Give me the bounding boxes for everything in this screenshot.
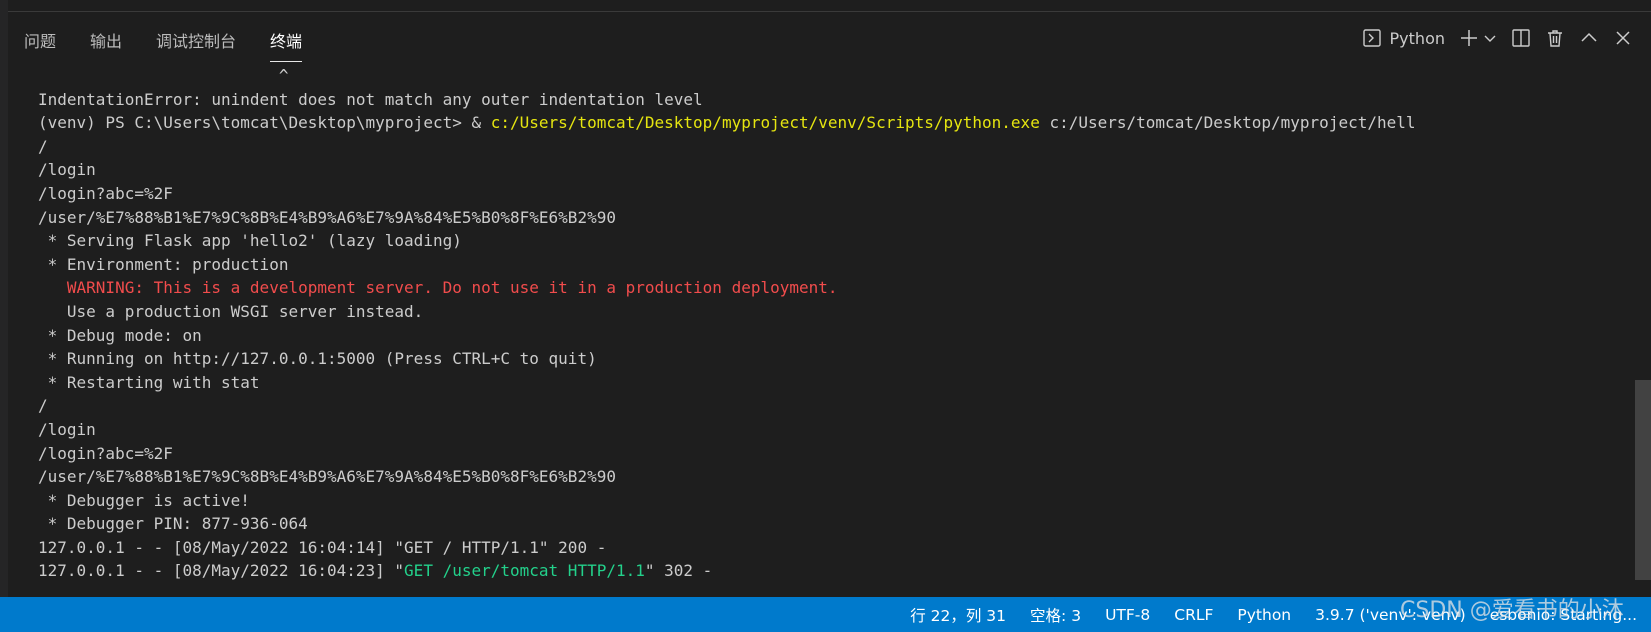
status-cursor-position[interactable]: 行 22，列 31 xyxy=(910,604,1006,626)
panel-left-edge xyxy=(0,0,8,600)
terminal-line: IndentationError: unindent does not matc… xyxy=(38,88,1598,112)
terminal-text: /login xyxy=(38,160,96,180)
status-eol[interactable]: CRLF xyxy=(1174,606,1213,624)
chevron-down-icon[interactable] xyxy=(1483,31,1497,45)
terminal-line: /user/%E7%88%B1%E7%9C%8B%E4%B9%A6%E7%9A%… xyxy=(38,465,1598,489)
terminal-text: IndentationError: unindent does not matc… xyxy=(38,89,703,109)
terminal-text: WARNING: This is a development server. D… xyxy=(38,278,838,298)
terminal-text: /login xyxy=(38,419,96,439)
terminal-line: / xyxy=(38,135,1598,159)
terminal-selector[interactable]: Python xyxy=(1362,26,1445,50)
status-indentation[interactable]: 空格: 3 xyxy=(1030,604,1081,626)
kill-terminal-button[interactable] xyxy=(1545,26,1565,50)
terminal-text: 127.0.0.1 - - [08/May/2022 16:04:14] "GE… xyxy=(38,537,607,557)
close-panel-button[interactable] xyxy=(1613,26,1633,50)
terminal-name: Python xyxy=(1389,28,1445,48)
terminal-line: * Environment: production xyxy=(38,253,1598,277)
terminal-text: * Running on http://127.0.0.1:5000 (Pres… xyxy=(38,349,597,369)
terminal-output[interactable]: ^ IndentationError: unindent does not mat… xyxy=(38,64,1598,594)
terminal-text: * Debug mode: on xyxy=(38,325,202,345)
plus-icon xyxy=(1459,28,1479,48)
terminal-scrollbar[interactable] xyxy=(1635,380,1651,580)
terminal-line: / xyxy=(38,394,1598,418)
terminal-text: /user/%E7%88%B1%E7%9C%8B%E4%B9%A6%E7%9A%… xyxy=(38,467,616,487)
terminal-icon xyxy=(1362,28,1382,48)
close-icon xyxy=(1613,28,1633,48)
terminal-text: * Serving Flask app 'hello2' (lazy loadi… xyxy=(38,231,462,251)
trash-icon xyxy=(1545,28,1565,48)
panel-top-border xyxy=(0,0,1651,12)
terminal-text: (venv) PS C:\Users\tomcat\Desktop\myproj… xyxy=(38,113,491,133)
terminal-line: WARNING: This is a development server. D… xyxy=(38,276,1598,300)
terminal-text: /login?abc=%2F xyxy=(38,443,173,463)
terminal-line: (venv) PS C:\Users\tomcat\Desktop\myproj… xyxy=(38,111,1598,135)
maximize-panel-button[interactable] xyxy=(1579,26,1599,50)
panel-toolbar: Python xyxy=(1348,24,1633,52)
terminal-line: * Debugger is active! xyxy=(38,489,1598,513)
terminal-text: * Restarting with stat xyxy=(38,372,260,392)
tab-output[interactable]: 输出 xyxy=(90,22,122,62)
terminal-line: /user/%E7%88%B1%E7%9C%8B%E4%B9%A6%E7%9A%… xyxy=(38,206,1598,230)
split-terminal-button[interactable] xyxy=(1511,26,1531,50)
chevron-up-icon xyxy=(1579,28,1599,48)
terminal-text: * Debugger is active! xyxy=(38,490,250,510)
split-icon xyxy=(1511,28,1531,48)
watermark: CSDN @爱看书的小沐 xyxy=(1400,598,1624,623)
terminal-text: / xyxy=(38,396,48,416)
terminal-line: Use a production WSGI server instead. xyxy=(38,300,1598,324)
new-terminal-button[interactable] xyxy=(1459,26,1497,50)
terminal-line: /login?abc=%2F xyxy=(38,182,1598,206)
terminal-line: /login?abc=%2F xyxy=(38,442,1598,466)
terminal-text: Use a production WSGI server instead. xyxy=(38,301,424,321)
terminal-text: c:/Users/tomcat/Desktop/myproject/hell xyxy=(1039,113,1416,133)
terminal-text: GET /user/tomcat HTTP/1.1 xyxy=(404,561,645,581)
terminal-line: * Debug mode: on xyxy=(38,324,1598,348)
terminal-text: /login?abc=%2F xyxy=(38,183,173,203)
terminal-line: ^ xyxy=(38,64,1598,88)
terminal-line: 127.0.0.1 - - [08/May/2022 16:04:23] "GE… xyxy=(38,559,1598,583)
terminal-text: / xyxy=(38,136,48,156)
terminal-line: /login xyxy=(38,418,1598,442)
terminal-line: /login xyxy=(38,158,1598,182)
tab-terminal[interactable]: 终端 xyxy=(270,22,303,62)
terminal-line: * Serving Flask app 'hello2' (lazy loadi… xyxy=(38,229,1598,253)
terminal-text: 127.0.0.1 - - [08/May/2022 16:04:23] " xyxy=(38,561,405,581)
panel-tabs: 问题 输出 调试控制台 终端 xyxy=(24,22,336,62)
terminal-text: * Environment: production xyxy=(38,254,289,274)
tab-problems[interactable]: 问题 xyxy=(24,22,56,62)
vscode-panel: 问题 输出 调试控制台 终端 Python ^ IndentationError… xyxy=(0,0,1651,632)
terminal-line: * Restarting with stat xyxy=(38,371,1598,395)
terminal-line: 127.0.0.1 - - [08/May/2022 16:04:14] "GE… xyxy=(38,536,1598,560)
tab-debug-console[interactable]: 调试控制台 xyxy=(156,22,236,62)
terminal-line: * Running on http://127.0.0.1:5000 (Pres… xyxy=(38,347,1598,371)
terminal-text: /user/%E7%88%B1%E7%9C%8B%E4%B9%A6%E7%9A%… xyxy=(38,207,616,227)
terminal-text: c:/Users/tomcat/Desktop/myproject/venv/S… xyxy=(490,113,1040,133)
status-encoding[interactable]: UTF-8 xyxy=(1105,606,1150,624)
status-language[interactable]: Python xyxy=(1237,606,1291,624)
terminal-text: * Debugger PIN: 877-936-064 xyxy=(38,514,308,534)
terminal-line: * Debugger PIN: 877-936-064 xyxy=(38,512,1598,536)
terminal-text: " 302 - xyxy=(644,561,713,581)
terminal-text: ^ xyxy=(38,66,289,85)
